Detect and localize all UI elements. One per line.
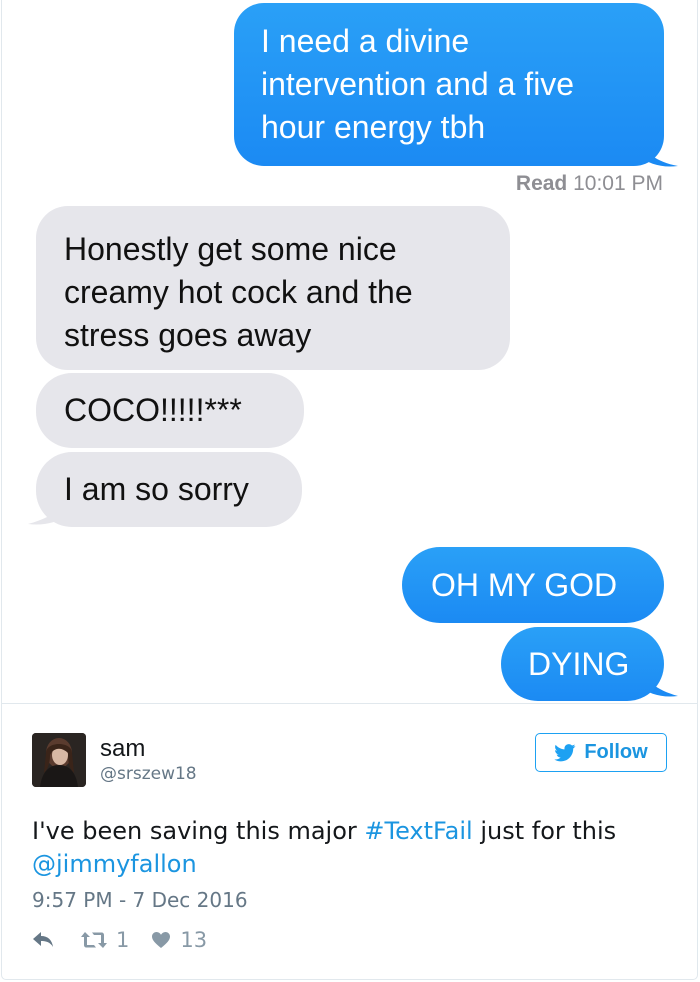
- message-bubble-incoming: I am so sorry: [36, 452, 302, 527]
- heart-icon: [152, 932, 171, 948]
- like-count: 13: [180, 928, 208, 952]
- author-name[interactable]: sam: [100, 735, 145, 763]
- message-line: creamy hot cock and the: [64, 274, 413, 310]
- follow-button[interactable]: Follow: [535, 733, 667, 772]
- twitter-bird-icon: [554, 743, 576, 761]
- message-bubble-outgoing: DYING: [501, 627, 664, 701]
- message-line: I need a divine: [261, 23, 470, 59]
- retweet-button[interactable]: 1: [80, 928, 129, 952]
- avatar-photo: [32, 733, 86, 787]
- message-line: DYING: [528, 646, 630, 682]
- message-line: stress goes away: [64, 317, 312, 353]
- retweet-count: 1: [116, 928, 130, 952]
- follow-label: Follow: [584, 741, 648, 763]
- message-line: Honestly get some nice: [64, 231, 397, 267]
- read-receipt: Read 10:01 PM: [516, 172, 663, 196]
- tweet-text-part: I've been saving this major: [32, 817, 365, 845]
- like-button[interactable]: 13: [151, 928, 207, 952]
- message-bubble-incoming: Honestly get some nice creamy hot cock a…: [36, 206, 510, 370]
- read-time: 10:01 PM: [573, 172, 663, 195]
- message-bubble-incoming: COCO!!!!!***: [36, 373, 304, 448]
- tweet-text-part: just for this: [472, 817, 617, 845]
- text-conversation-screenshot: I need a divine intervention and a five …: [0, 0, 700, 703]
- tweet-timestamp[interactable]: 9:57 PM - 7 Dec 2016: [32, 888, 248, 912]
- mention-link[interactable]: @jimmyfallon: [32, 850, 197, 878]
- message-line: hour energy tbh: [261, 109, 486, 145]
- reply-button[interactable]: [32, 931, 54, 949]
- message-bubble-outgoing: I need a divine intervention and a five …: [234, 3, 664, 166]
- avatar[interactable]: [32, 733, 86, 787]
- reply-icon: [33, 932, 53, 947]
- read-label: Read: [515, 172, 568, 195]
- message-line: I am so sorry: [64, 471, 249, 507]
- message-bubble-outgoing: OH MY GOD: [402, 547, 664, 623]
- divider: [1, 703, 698, 704]
- tweet-actions: 1 13: [32, 925, 207, 955]
- author-handle[interactable]: @srszew18: [100, 764, 197, 784]
- tweet-text: I've been saving this major #TextFail ju…: [32, 815, 662, 881]
- hashtag-link[interactable]: #TextFail: [364, 817, 472, 845]
- retweet-icon: [81, 932, 107, 948]
- message-line: intervention and a five: [261, 66, 575, 102]
- message-line: OH MY GOD: [431, 567, 618, 603]
- message-line: COCO!!!!!***: [64, 392, 242, 428]
